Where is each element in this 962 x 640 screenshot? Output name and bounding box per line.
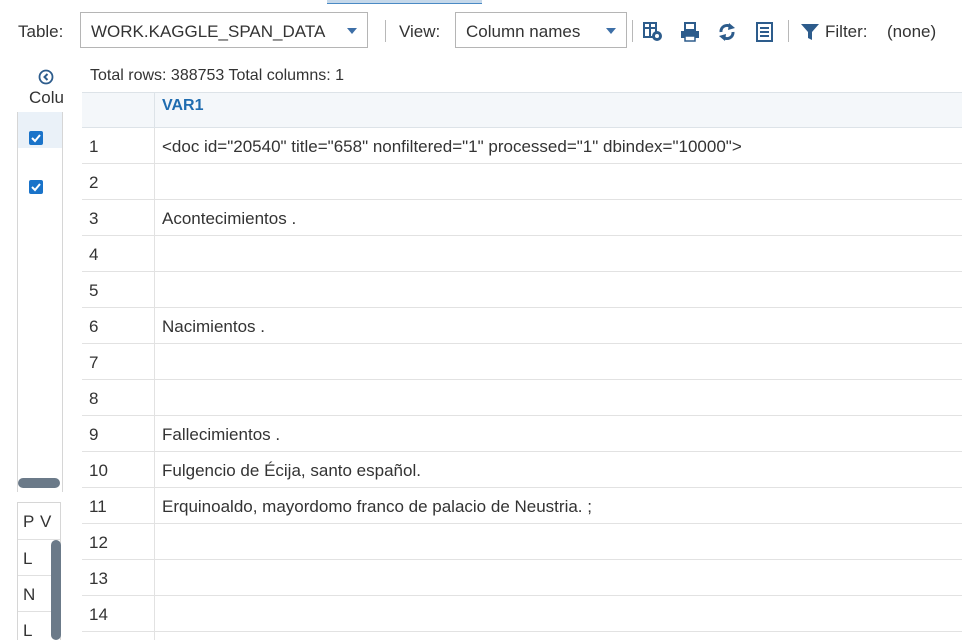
row-number: 7 [82, 344, 155, 379]
row-number: 13 [82, 560, 155, 595]
table-select[interactable]: WORK.KAGGLE_SPAN_DATA [80, 12, 368, 48]
toolbar-divider [788, 20, 789, 42]
row-number: 12 [82, 524, 155, 559]
filter-value[interactable]: (none) [887, 22, 936, 42]
refresh-icon[interactable] [716, 21, 738, 43]
row-number: 1 [82, 128, 155, 163]
table-row[interactable]: 5 [82, 272, 962, 308]
collapse-panel-icon[interactable] [38, 69, 54, 85]
column-checkbox-row[interactable] [18, 112, 62, 148]
table-row[interactable]: 6 Nacimientos . [82, 308, 962, 344]
property-cell: L [23, 621, 33, 640]
grid-header: VAR1 [82, 92, 962, 129]
property-cell: L [23, 549, 33, 568]
table-row[interactable]: 7 [82, 344, 962, 380]
table-row[interactable]: 4 [82, 236, 962, 272]
table-row[interactable]: 12 [82, 524, 962, 560]
table-row[interactable]: 11 Erquinoaldo, mayordomo franco de palac… [82, 488, 962, 524]
row-number: 4 [82, 236, 155, 271]
row-number: 9 [82, 416, 155, 451]
cell-var1: Acontecimientos . [162, 209, 297, 228]
chevron-down-icon [347, 28, 357, 34]
table-properties-icon[interactable] [642, 21, 664, 43]
cell-var1: Fallecimientos . [162, 425, 281, 444]
column-checkbox[interactable] [29, 131, 43, 145]
toolbar: Table: WORK.KAGGLE_SPAN_DATA View: Colum… [0, 12, 962, 52]
column-checkbox-row[interactable] [18, 164, 62, 200]
table-summary: Total rows: 388753 Total columns: 1 [90, 67, 345, 84]
data-grid: VAR1 1 <doc id="20540" title="658" nonfil… [82, 92, 962, 640]
column-list-icon[interactable] [754, 21, 776, 43]
table-select-value: WORK.KAGGLE_SPAN_DATA [91, 22, 326, 41]
row-number: 6 [82, 308, 155, 343]
table-row[interactable]: 3 Acontecimientos . [82, 200, 962, 236]
table-row[interactable]: 9 Fallecimientos . [82, 416, 962, 452]
print-icon[interactable] [679, 21, 701, 43]
table-row[interactable]: 15 [82, 632, 962, 640]
toolbar-divider [385, 20, 386, 42]
cell-var1: Fulgencio de Écija, santo español. [162, 461, 421, 480]
properties-header-property: P [23, 512, 35, 531]
column-header-var1[interactable]: VAR1 [162, 97, 204, 115]
row-number-header [82, 93, 155, 129]
table-row[interactable]: 10 Fulgencio de Écija, santo español. [82, 452, 962, 488]
column-selection-list [17, 112, 63, 492]
row-number: 2 [82, 164, 155, 199]
row-number: 8 [82, 380, 155, 415]
cell-var1: Nacimientos . [162, 317, 265, 336]
cell-var1: <doc id="20540" title="658" nonfiltered=… [162, 137, 742, 156]
table-label: Table: [18, 22, 64, 41]
toolbar-divider [632, 20, 633, 42]
view-label: View: [399, 22, 441, 41]
row-number: 15 [82, 632, 155, 640]
cell-var1: Erquinoaldo, mayordomo franco de palacio… [162, 497, 592, 516]
table-row[interactable]: 2 [82, 164, 962, 200]
table-row[interactable]: 8 [82, 380, 962, 416]
property-cell: N [23, 585, 36, 604]
table-row[interactable]: 14 [82, 596, 962, 632]
active-tab-underline [327, 3, 482, 4]
row-number: 11 [82, 488, 155, 523]
row-number: 14 [82, 596, 155, 631]
chevron-down-icon [606, 28, 616, 34]
row-number: 3 [82, 200, 155, 235]
horizontal-scrollbar[interactable] [18, 478, 60, 488]
filter-label: Filter: [825, 22, 868, 41]
row-number: 5 [82, 272, 155, 307]
table-row[interactable]: 13 [82, 560, 962, 596]
table-row[interactable]: 1 <doc id="20540" title="658" nonfiltered… [82, 128, 962, 164]
columns-panel-title: Colu [29, 88, 64, 107]
column-checkbox[interactable] [29, 180, 43, 194]
view-select-value: Column names [466, 22, 581, 41]
properties-header-value: V [40, 512, 52, 531]
filter-icon[interactable] [799, 21, 821, 43]
view-select[interactable]: Column names [455, 12, 627, 48]
row-number: 10 [82, 452, 155, 487]
vertical-scrollbar[interactable] [51, 540, 61, 640]
